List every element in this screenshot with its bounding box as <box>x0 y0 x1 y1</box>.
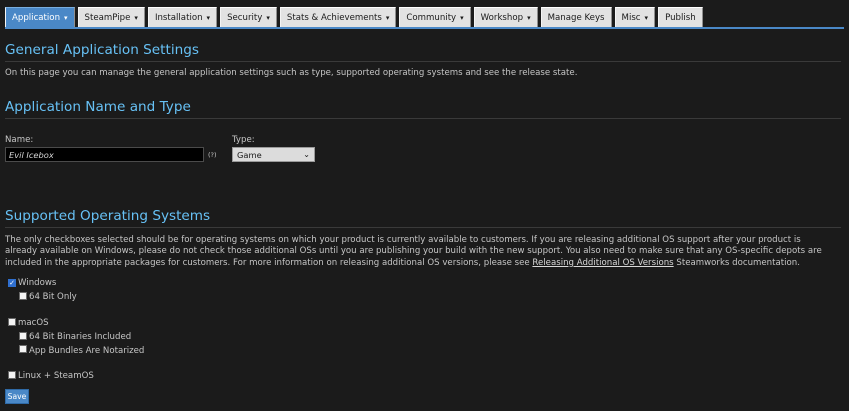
name-help-icon[interactable]: (?) <box>208 151 217 159</box>
macos-checkbox[interactable] <box>8 318 16 326</box>
divider <box>5 61 841 62</box>
os-description-tail: Steamworks documentation. <box>673 257 800 268</box>
tab-label: Misc <box>621 12 641 23</box>
macos-64bit-label: 64 Bit Binaries Included <box>29 332 132 342</box>
os-description: The only checkboxes selected should be f… <box>5 235 827 269</box>
general-description: On this page you can manage the general … <box>5 68 578 78</box>
chevron-down-icon: ▾ <box>206 13 211 22</box>
windows-64bit-checkbox[interactable] <box>19 292 27 300</box>
tab-underline <box>5 27 844 29</box>
macos-64bit-checkbox[interactable] <box>19 332 27 340</box>
section-title-os: Supported Operating Systems <box>5 208 211 224</box>
tab-label: Stats & Achievements <box>286 12 382 23</box>
section-title-general: General Application Settings <box>5 42 199 58</box>
windows-64bit-label: 64 Bit Only <box>29 292 77 302</box>
divider <box>5 118 841 119</box>
releasing-additional-os-link[interactable]: Releasing Additional OS Versions <box>532 258 673 268</box>
chevron-down-icon: ▾ <box>460 13 464 22</box>
tab-manage-keys[interactable]: Manage Keys <box>540 7 612 27</box>
tab-misc[interactable]: Misc ▾ <box>614 7 656 27</box>
tab-label: Installation <box>154 12 203 23</box>
chevron-down-icon: ▾ <box>134 13 138 22</box>
chevron-down-icon: ▾ <box>527 13 531 22</box>
chevron-down-icon: ⌄ <box>303 150 310 159</box>
app-type-value: Game <box>237 149 262 160</box>
macos-notarized-checkbox[interactable] <box>19 345 27 353</box>
divider <box>5 227 841 228</box>
tab-label: Security <box>227 12 263 23</box>
tab-publish[interactable]: Publish <box>658 7 703 27</box>
tab-label: Application <box>12 12 61 23</box>
tab-installation[interactable]: Installation ▾ <box>147 7 218 27</box>
name-label: Name: <box>5 135 34 145</box>
tab-steampipe[interactable]: SteamPipe ▾ <box>77 7 145 27</box>
linux-label: Linux + SteamOS <box>18 371 94 381</box>
macos-notarized-label: App Bundles Are Notarized <box>29 346 145 356</box>
tab-workshop[interactable]: Workshop ▾ <box>473 7 538 27</box>
tab-community[interactable]: Community ▾ <box>399 7 471 27</box>
linux-checkbox[interactable] <box>8 371 16 379</box>
tab-label: Manage Keys <box>547 12 605 23</box>
section-title-name-type: Application Name and Type <box>5 99 191 115</box>
type-label: Type: <box>232 135 255 145</box>
tab-stats-achievements[interactable]: Stats & Achievements ▾ <box>279 7 397 27</box>
save-button[interactable]: Save <box>5 389 29 404</box>
chevron-down-icon: ▾ <box>64 13 68 22</box>
tab-label: Community <box>406 12 457 23</box>
chevron-down-icon: ▾ <box>266 13 270 22</box>
windows-checkbox[interactable] <box>8 279 16 287</box>
app-name-input[interactable] <box>5 147 204 162</box>
tab-label: Publish <box>665 12 696 23</box>
macos-label: macOS <box>18 318 49 328</box>
tab-security[interactable]: Security ▾ <box>220 7 277 27</box>
chevron-down-icon: ▾ <box>644 13 649 22</box>
tab-label: Workshop <box>480 12 524 23</box>
chevron-down-icon: ▾ <box>385 13 390 22</box>
windows-label: Windows <box>18 278 57 288</box>
tab-label: SteamPipe <box>84 12 131 23</box>
tab-application[interactable]: Application ▾ <box>5 7 75 27</box>
app-type-select[interactable]: Game ⌄ <box>232 147 315 162</box>
app-admin-nav: Application ▾ SteamPipe ▾ Installation ▾ Se… <box>5 7 703 27</box>
